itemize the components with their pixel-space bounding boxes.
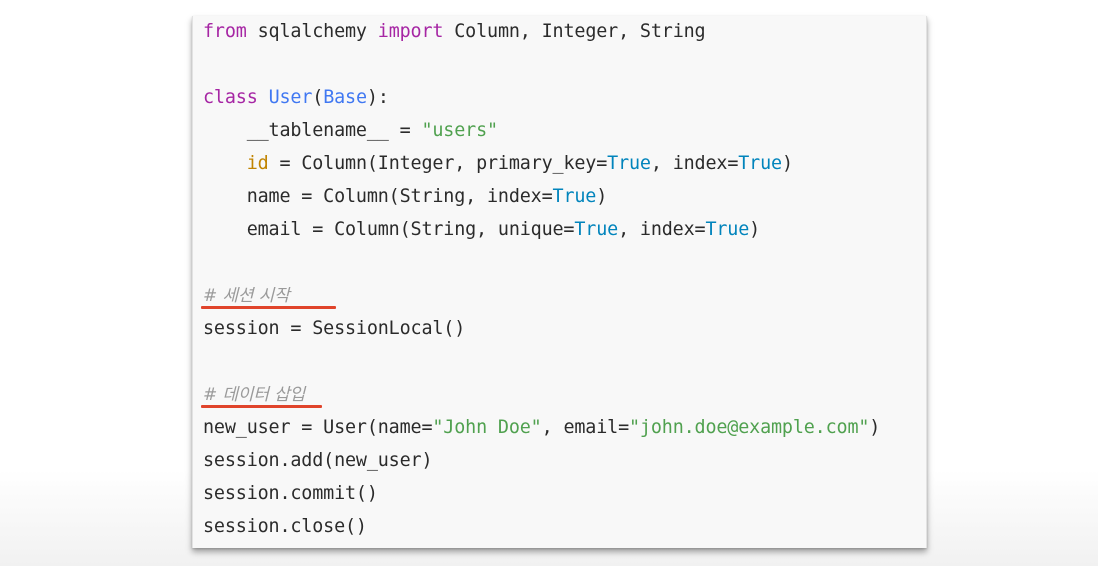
code-text: sqlalchemy	[246, 21, 378, 42]
code-text: session = SessionLocal()	[203, 318, 466, 339]
code-line-session-commit: session.commit()	[203, 481, 378, 507]
code-text: )	[781, 153, 793, 174]
code-keyword: class	[203, 87, 258, 108]
code-boolean: True	[738, 153, 782, 174]
code-keyword: from	[203, 21, 247, 42]
code-text: ):	[366, 87, 389, 108]
code-text: )	[596, 186, 608, 207]
code-attribute: id	[246, 153, 269, 174]
code-text: (	[312, 87, 324, 108]
code-text: , index=	[650, 153, 739, 174]
code-string: "users"	[421, 120, 498, 141]
code-boolean: True	[705, 219, 750, 240]
code-class-name: User	[268, 87, 313, 108]
code-line-new-user: new_user = User(name="John Doe", email="…	[203, 415, 880, 441]
code-boolean: True	[607, 153, 651, 174]
code-line-class-def: class User(Base):	[203, 85, 389, 111]
code-boolean: True	[574, 219, 619, 240]
annotation-underline-data-insert	[201, 405, 322, 408]
code-comment: # 데이터 삽입	[203, 385, 306, 405]
code-text: = Column(Integer, primary_key=	[268, 153, 608, 174]
code-line-session-create: session = SessionLocal()	[203, 316, 465, 342]
code-keyword: import	[377, 21, 444, 42]
code-line-session-close: session.close()	[203, 514, 367, 540]
code-text: new_user = User(name=	[203, 417, 433, 438]
code-text: session.add(new_user)	[203, 450, 433, 471]
code-line-id-column: id = Column(Integer, primary_key=True, i…	[203, 151, 793, 177]
code-string: "John Doe"	[432, 417, 542, 438]
annotation-underline-session-start	[201, 306, 336, 309]
code-line-email-column: email = Column(String, unique=True, inde…	[203, 217, 761, 243]
code-text: Column, Integer, String	[443, 21, 706, 42]
code-line-name-column: name = Column(String, index=True)	[203, 184, 608, 210]
code-text: session.close()	[203, 516, 367, 537]
code-boolean: True	[552, 186, 597, 207]
code-text: )	[869, 417, 881, 438]
code-text: __tablename__ =	[203, 120, 422, 141]
code-text: session.commit()	[203, 483, 378, 504]
code-block: from sqlalchemy import Column, Integer, …	[192, 16, 927, 548]
code-text: , index=	[618, 219, 706, 240]
code-text: )	[749, 219, 761, 240]
code-text: , email=	[541, 417, 630, 438]
code-string: "john.doe@example.com"	[629, 417, 870, 438]
code-line-session-add: session.add(new_user)	[203, 448, 433, 474]
code-class-name: Base	[323, 87, 367, 108]
code-line-import: from sqlalchemy import Column, Integer, …	[203, 19, 706, 45]
code-text: email = Column(String, unique=	[203, 219, 575, 240]
code-comment: # 세션 시작	[203, 286, 290, 306]
code-line-tablename: __tablename__ = "users"	[203, 118, 498, 144]
code-text: name = Column(String, index=	[203, 186, 553, 207]
